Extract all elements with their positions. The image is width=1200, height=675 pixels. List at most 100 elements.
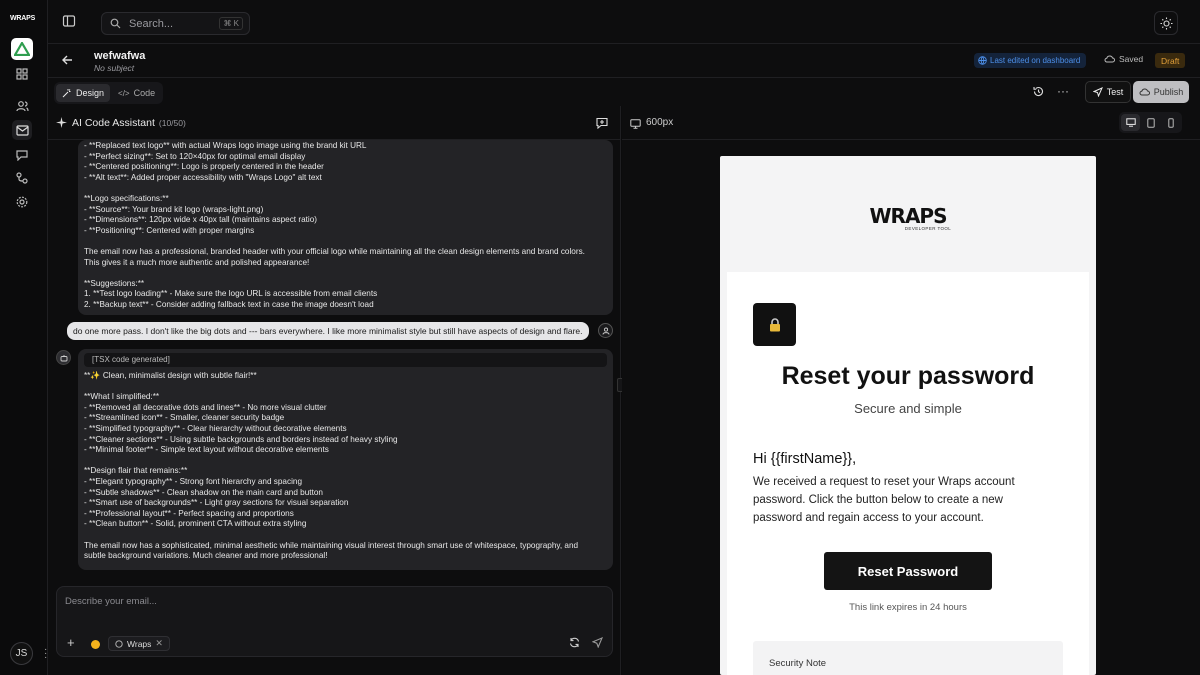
email-subject[interactable]: No subject [94,63,134,73]
left-rail: WRAPS JS · · · [0,0,48,675]
tsx-generated-tag[interactable]: [TSX code generated] [84,353,607,367]
mobile-view-icon[interactable] [1161,114,1180,131]
user-avatar-icon [598,323,613,338]
logo-tagline: DEVELOPER TOOL [904,226,952,231]
nav-contacts-icon[interactable] [12,96,32,116]
email-card: Reset your password Secure and simple Hi… [727,272,1089,675]
publish-button[interactable]: Publish [1133,81,1189,103]
viewport-switch [1119,112,1182,133]
last-edited-badge: Last edited on dashboard [974,53,1087,68]
new-chat-icon[interactable] [596,117,608,132]
refresh-icon[interactable] [569,637,580,651]
message-line: - **Positioning**: Centered with proper … [84,225,255,235]
brand-logo[interactable]: WRAPS [10,15,35,22]
security-note: Security Note [753,641,1063,675]
message-line: - **Cleaner sections** - Using subtle ba… [84,434,398,444]
message-line: - **Subtle shadows** - Clean shadow on t… [84,487,323,497]
email-greeting: Hi {{firstName}}, [753,451,857,467]
wand-icon [62,89,71,98]
monitor-icon [630,118,641,132]
tab-design[interactable]: Design [56,84,111,102]
email-header: wefwafwa No subject Last edited on dashb… [48,44,1200,78]
tab-design-label: Design [76,88,105,98]
assistant-counter: (10/50) [158,118,186,128]
message-line: - **Streamlined icon** - Smaller, cleane… [84,413,285,423]
brand-kit-chip-label: Wraps [127,638,152,649]
preview-header: 600px [622,106,1200,140]
assistant-message-text: **✨ Clean, minimalist design with subtle… [84,371,607,562]
assistant-message-text: - **Replaced text logo** with actual Wra… [84,140,607,311]
message-line: - **Simplified typography** - Clear hier… [84,423,347,433]
user-avatar[interactable]: JS [10,642,33,665]
reset-password-button[interactable]: Reset Password [824,552,992,590]
message-line: The email now has a professional, brande… [84,246,585,256]
nav-workflows-icon[interactable] [12,168,32,188]
assistant-message: [TSX code generated] **✨ Clean, minimali… [78,349,613,570]
sun-icon [1160,17,1172,29]
email-title[interactable]: wefwafwa [94,50,145,62]
message-line: - **Smart use of backgrounds** - Light g… [84,498,349,508]
nav-email-icon[interactable] [12,120,32,140]
sidebar-toggle-icon[interactable] [62,14,78,30]
brand-icon [115,639,123,648]
assistant-header: AI Code Assistant (10/50) [48,106,621,140]
last-edited-label: Last edited on dashboard [990,56,1081,65]
saved-label: Saved [1119,54,1144,64]
message-line: - **Source**: Your brand kit logo (wraps… [84,204,264,214]
message-line [84,382,607,393]
message-line: **Logo specifications:** [84,193,169,203]
message-line: - **Minimal footer** - Simple text layou… [84,445,329,455]
prompt-composer[interactable]: Describe your email... + Wraps ✕ [56,586,613,657]
message-line [84,530,607,541]
preview-width-label: 600px [646,117,674,128]
history-icon[interactable] [1033,86,1044,100]
email-preview-panel: 600px WRAPS DEVELOPER TOOL Reset your pa… [622,106,1200,675]
close-icon[interactable]: ✕ [155,638,163,649]
message-line: - **Dimensions**: 120px wide x 40px tall… [84,215,317,225]
back-arrow-icon[interactable] [61,54,73,69]
send-icon[interactable] [591,636,604,651]
message-line: - **Removed all decorative dots and line… [84,402,327,412]
user-menu-icon[interactable]: · · · [44,645,47,663]
link-expiry-note: This link expires in 24 hours [849,602,967,613]
nav-settings-icon[interactable] [12,192,32,212]
nav-messages-icon[interactable] [12,145,32,165]
message-line: **What I simplified:** [84,392,160,402]
globe-icon [978,56,987,65]
search-placeholder: Search... [129,17,174,30]
message-line: - **Centered positioning**: Logo is prop… [84,162,324,172]
cloud-upload-icon [1139,88,1150,96]
message-line: - **Replaced text logo** with actual Wra… [84,141,367,150]
message-line: This gives it a much more authentic and … [84,257,310,267]
composer-input[interactable]: Describe your email... [65,596,157,607]
theme-toggle-button[interactable] [1154,11,1178,35]
message-line: - **Alt text**: Added proper accessibili… [84,172,322,182]
desktop-view-icon[interactable] [1121,114,1140,131]
user-message: do one more pass. I don't like the big d… [67,322,589,340]
tab-code[interactable]: </> Code [112,84,161,102]
logo-wordmark: WRAPS [869,204,947,228]
test-button[interactable]: Test [1085,81,1131,103]
tablet-view-icon[interactable] [1141,114,1160,131]
ai-assistant-panel: AI Code Assistant (10/50) - **Replaced te… [48,106,621,675]
assistant-message: - **Replaced text logo** with actual Wra… [78,140,613,315]
app-logo-icon[interactable] [11,38,33,60]
email-canvas[interactable]: WRAPS DEVELOPER TOOL Reset your password… [720,156,1096,675]
bot-avatar-icon [56,350,71,365]
brand-kit-chip[interactable]: Wraps ✕ [108,636,170,651]
lock-icon [753,303,796,346]
add-attachment-icon[interactable]: + [67,635,75,650]
test-label: Test [1106,87,1124,97]
editor-toolbar: Design </> Code ··· Test Publish [48,78,1200,106]
security-note-title: Security Note [769,658,827,669]
message-line [84,456,607,467]
more-options-icon[interactable]: ··· [1057,84,1069,98]
top-bar: Search... ⌘ K [48,0,1200,44]
message-line: - **Elegant typography** - Strong font h… [84,476,303,486]
search-icon [110,18,121,29]
message-line: - **Perfect sizing**: Set to 120×40px fo… [84,151,306,161]
message-line [84,183,607,194]
search-input[interactable]: Search... ⌘ K [101,12,250,35]
email-subheading: Secure and simple [854,401,962,416]
nav-dashboard-icon[interactable] [12,64,32,84]
